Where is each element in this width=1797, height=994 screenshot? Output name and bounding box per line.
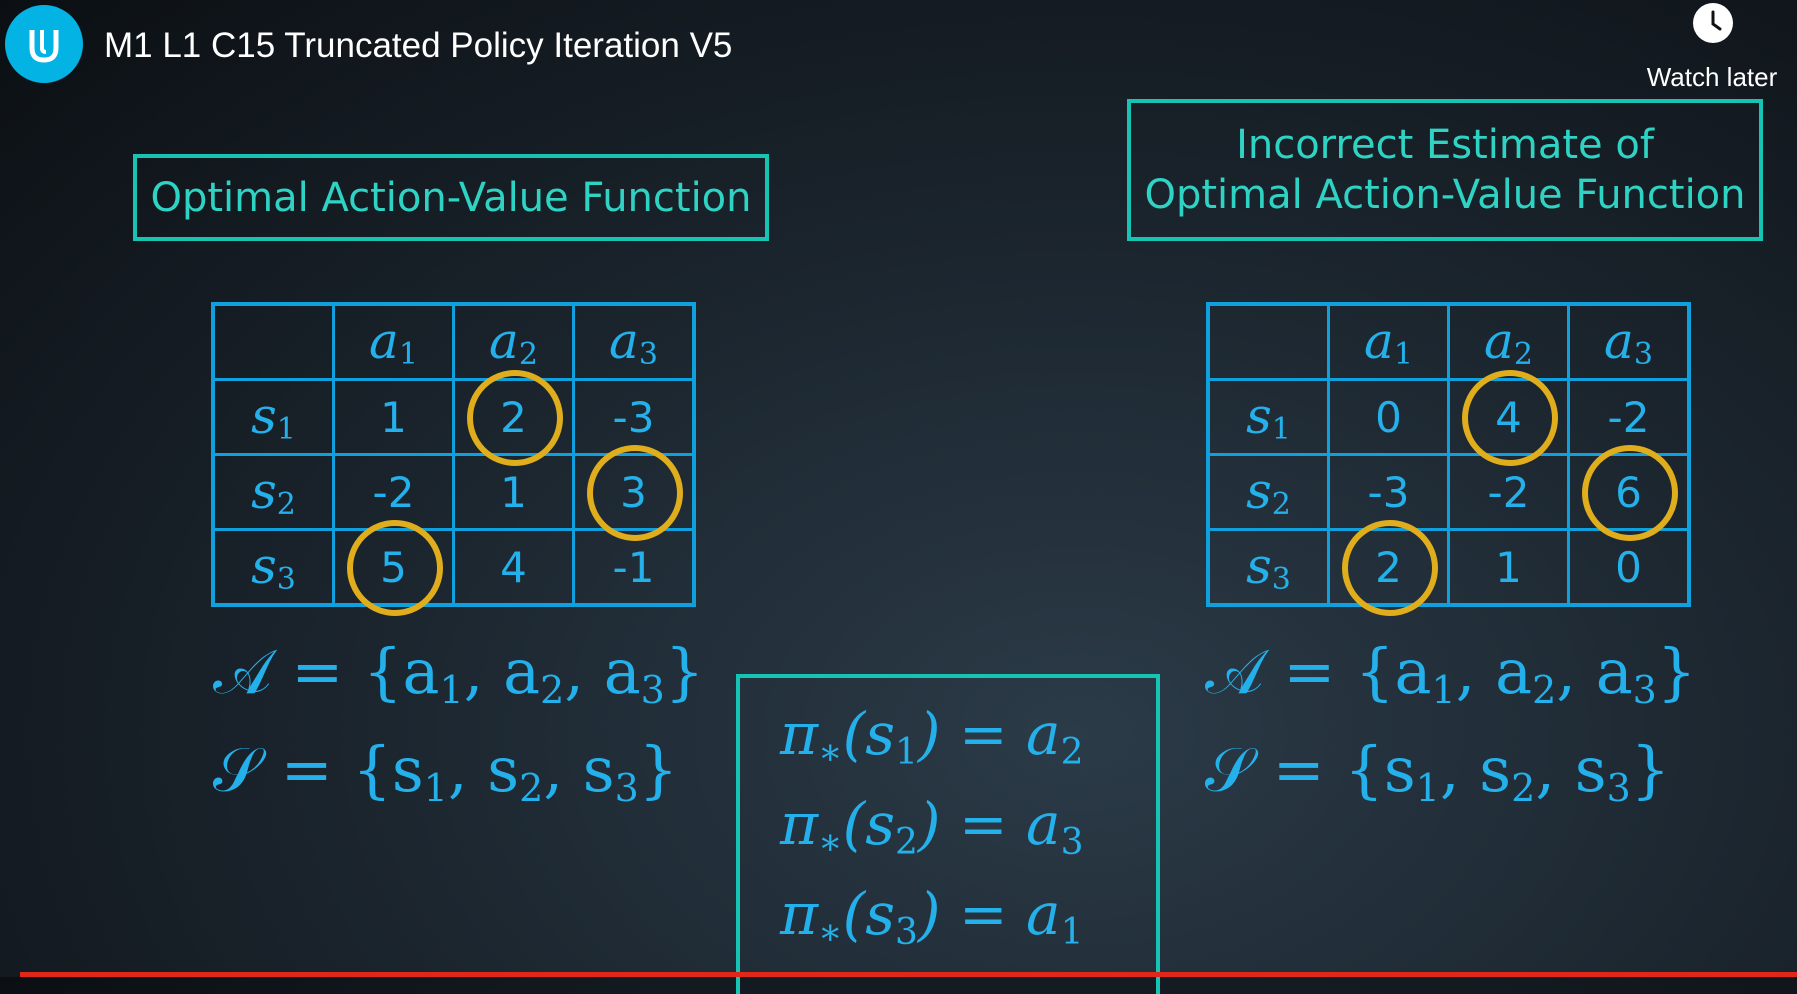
video-title[interactable]: M1 L1 C15 Truncated Policy Iteration V5 <box>104 26 732 66</box>
q-value-cell: -3 <box>572 378 696 456</box>
action-header: a3 <box>572 302 696 381</box>
action-header: a1 <box>1327 302 1450 381</box>
state-set: 𝒮 = {s1, s2, s3} <box>213 733 679 810</box>
optimal-policy-box: π∗(s1) = a2 π∗(s2) = a3 π∗(s3) = a1 <box>736 674 1160 994</box>
state-set: 𝒮 = {s1, s2, s3} <box>1205 733 1671 810</box>
optimal-q-table: a1 a2 a3 s1 1 2 -3 s2 -2 1 3 s3 5 4 -1 <box>211 302 696 616</box>
q-value-cell: 1 <box>332 378 455 456</box>
q-value-cell: -2 <box>1447 453 1570 531</box>
q-value-cell: -2 <box>332 453 455 531</box>
q-value: -2 <box>1487 467 1530 517</box>
q-table-header-row: a1 a2 a3 <box>211 302 696 381</box>
q-table-header-row: a1 a2 a3 <box>1206 302 1691 381</box>
watch-later-button[interactable]: Watch later <box>1637 2 1787 92</box>
q-value: -2 <box>372 467 415 517</box>
q-value-cell: 2 <box>452 370 575 466</box>
udacity-logo-icon[interactable] <box>5 5 83 83</box>
clock-icon <box>1693 3 1733 43</box>
q-value: 1 <box>1495 542 1522 592</box>
q-table-row: s1 1 2 -3 <box>211 370 696 466</box>
q-value: -1 <box>612 542 655 592</box>
q-value: -3 <box>1367 467 1410 517</box>
q-table-row: s1 0 4 -2 <box>1206 370 1691 466</box>
watch-later-label: Watch later <box>1646 62 1778 92</box>
optimal-q-heading-text: Optimal Action-Value Function <box>150 174 752 221</box>
q-value: 6 <box>1615 467 1642 517</box>
policy-line: π∗(s2) = a3 <box>780 790 1084 863</box>
q-value: 3 <box>620 467 647 517</box>
q-value-cell: 1 <box>452 453 575 531</box>
q-value-cell: 4 <box>452 528 575 607</box>
action-header: a2 <box>452 302 575 381</box>
q-value: 4 <box>1495 392 1522 442</box>
q-value: 2 <box>1375 542 1402 592</box>
q-value: 2 <box>500 392 527 442</box>
state-header: s2 <box>1206 453 1330 531</box>
state-header: s1 <box>1206 378 1330 456</box>
sets-right: 𝒜 = {a1, a2, a3} 𝒮 = {s1, s2, s3} <box>1205 632 1696 828</box>
q-value: 0 <box>1615 542 1642 592</box>
q-value-cell: 0 <box>1567 528 1691 607</box>
policy-line: π∗(s1) = a2 <box>780 700 1084 773</box>
action-header: a2 <box>1447 302 1570 381</box>
incorrect-q-heading-line2: Optimal Action-Value Function <box>1144 172 1746 218</box>
q-value: 4 <box>500 542 527 592</box>
optimal-q-heading: Optimal Action-Value Function <box>133 154 769 241</box>
q-value-cell: -2 <box>1567 378 1691 456</box>
q-value: 5 <box>380 542 407 592</box>
action-set: 𝒜 = {a1, a2, a3} <box>1205 635 1697 712</box>
q-value-cell: 5 <box>332 520 455 616</box>
incorrect-q-table: a1 a2 a3 s1 0 4 -2 s2 -3 -2 6 s3 2 1 0 <box>1206 302 1691 616</box>
incorrect-q-heading-line1: Incorrect Estimate of <box>1236 122 1654 168</box>
q-table-row: s2 -3 -2 6 <box>1206 445 1691 541</box>
q-value: -3 <box>612 392 655 442</box>
policy-line: π∗(s3) = a1 <box>780 880 1084 953</box>
state-header: s2 <box>211 453 335 531</box>
video-progress-bar[interactable] <box>20 972 1797 977</box>
sets-left: 𝒜 = {a1, a2, a3} 𝒮 = {s1, s2, s3} <box>213 632 704 828</box>
q-value-cell: 1 <box>1447 528 1570 607</box>
q-value: 0 <box>1375 392 1402 442</box>
q-value: 1 <box>380 392 407 442</box>
q-table-corner <box>211 302 335 381</box>
q-value-cell: 2 <box>1327 520 1450 616</box>
q-table-row: s3 2 1 0 <box>1206 520 1691 616</box>
action-header: a1 <box>332 302 455 381</box>
action-set: 𝒜 = {a1, a2, a3} <box>213 635 705 712</box>
q-value: -2 <box>1607 392 1650 442</box>
q-value-cell: 0 <box>1327 378 1450 456</box>
q-value-cell: 6 <box>1567 445 1691 541</box>
video-top-bar: M1 L1 C15 Truncated Policy Iteration V5 … <box>0 0 1797 100</box>
q-value-cell: -1 <box>572 528 696 607</box>
q-value: 1 <box>500 467 527 517</box>
q-table-row: s2 -2 1 3 <box>211 445 696 541</box>
state-header: s1 <box>211 378 335 456</box>
incorrect-q-heading: Incorrect Estimate of Optimal Action-Val… <box>1127 99 1763 241</box>
action-header: a3 <box>1567 302 1691 381</box>
q-table-corner <box>1206 302 1330 381</box>
q-value-cell: 4 <box>1447 370 1570 466</box>
q-table-row: s3 5 4 -1 <box>211 520 696 616</box>
q-value-cell: -3 <box>1327 453 1450 531</box>
q-value-cell: 3 <box>572 445 696 541</box>
state-header: s3 <box>1206 528 1330 607</box>
state-header: s3 <box>211 528 335 607</box>
